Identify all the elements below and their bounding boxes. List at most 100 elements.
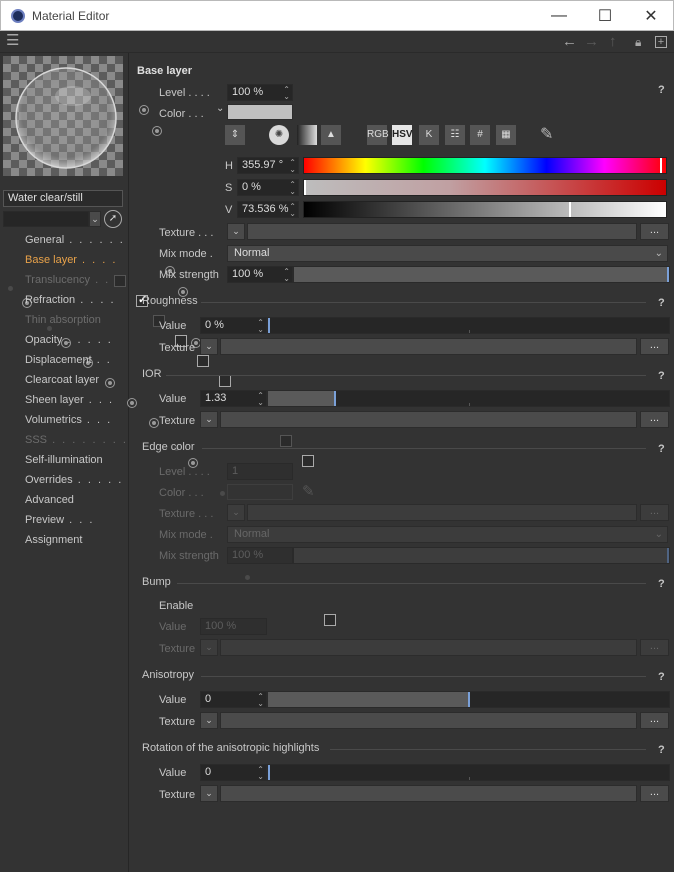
- texture-browse-button[interactable]: ...: [640, 411, 669, 428]
- sidebar-item-opacity[interactable]: Opacity . . . . .: [25, 334, 113, 346]
- sidebar-item-volumetrics[interactable]: Volumetrics . . .: [25, 414, 112, 426]
- help-icon[interactable]: ?: [658, 84, 665, 96]
- animate-color-icon[interactable]: [152, 126, 163, 136]
- anisotropy-input[interactable]: 0 ⌃ ⌄: [200, 691, 267, 708]
- animate-sheen-layer-icon[interactable]: [127, 398, 137, 408]
- ior-slider[interactable]: [267, 390, 670, 407]
- help-icon[interactable]: ?: [658, 578, 665, 590]
- kelvin-mode-button[interactable]: K: [419, 125, 439, 145]
- lock-icon[interactable]: 🔒︎: [635, 34, 641, 50]
- ior-input[interactable]: 1.33 ⌃ ⌄: [200, 390, 267, 407]
- roughness-input[interactable]: 0 % ⌃ ⌄: [200, 317, 267, 334]
- animate-level-icon[interactable]: [139, 105, 149, 115]
- saturation-slider[interactable]: [303, 179, 667, 196]
- color-expand-chevron-icon[interactable]: ⌄: [216, 103, 224, 114]
- v-input[interactable]: 73.536 % ⌃ ⌄: [237, 201, 299, 218]
- color-wheel-icon[interactable]: ✺: [269, 125, 289, 145]
- texture-slot[interactable]: [247, 223, 637, 240]
- sidebar-item-displacement[interactable]: Displacement . .: [25, 354, 112, 366]
- rgb-mode-button[interactable]: RGB: [367, 125, 389, 145]
- help-icon[interactable]: ?: [658, 671, 665, 683]
- forward-arrow-icon[interactable]: →: [584, 34, 599, 50]
- menu-icon[interactable]: ☰: [6, 33, 19, 49]
- sidebar-item-advanced[interactable]: Advanced: [25, 494, 74, 506]
- sidebar-item-thin-absorption[interactable]: Thin absorption: [25, 314, 101, 326]
- clearcoat-layer-checkbox[interactable]: [219, 375, 231, 387]
- material-preview[interactable]: [3, 56, 123, 176]
- close-button[interactable]: ✕: [628, 1, 674, 31]
- sidebar-item-preview[interactable]: Preview . . .: [25, 514, 94, 526]
- texture-browse-button[interactable]: ...: [640, 223, 669, 240]
- help-icon[interactable]: ?: [658, 370, 665, 382]
- sidebar-item-base-layer[interactable]: Base layer . . . .: [25, 254, 117, 266]
- slider-handle[interactable]: [468, 692, 470, 707]
- saturation-slider-handle[interactable]: [304, 180, 306, 195]
- material-selector-dropdown[interactable]: ⌄: [89, 211, 101, 227]
- anisotropy-slider[interactable]: [267, 691, 670, 708]
- texture-dropdown[interactable]: ⌄: [200, 338, 218, 355]
- texture-browse-button[interactable]: ...: [640, 338, 669, 355]
- color-swatch[interactable]: [227, 104, 293, 120]
- mix-mode-select[interactable]: Normal ⌄: [227, 245, 668, 262]
- material-name-field[interactable]: Water clear/still: [3, 190, 123, 207]
- h-input[interactable]: 355.97 ° ⌃ ⌄: [237, 157, 299, 174]
- hue-slider[interactable]: [303, 157, 667, 174]
- eyedropper-icon[interactable]: ✎: [540, 124, 553, 144]
- compact-view-icon[interactable]: ⇕: [225, 125, 245, 145]
- sidebar-item-clearcoat-layer[interactable]: Clearcoat layer: [25, 374, 99, 386]
- mixer-icon[interactable]: ☷: [445, 125, 465, 145]
- swatches-icon[interactable]: ▦: [496, 125, 516, 145]
- spectrum-icon[interactable]: [297, 125, 317, 145]
- sidebar-item-overrides[interactable]: Overrides . . . . .: [25, 474, 123, 486]
- hsv-mode-button[interactable]: HSV: [392, 125, 413, 145]
- help-icon[interactable]: ?: [658, 744, 665, 756]
- texture-dropdown[interactable]: ⌄: [227, 223, 245, 240]
- slider-handle[interactable]: [667, 267, 669, 282]
- texture-browse-button[interactable]: ...: [640, 785, 669, 802]
- pick-material-icon[interactable]: ➚: [104, 210, 122, 228]
- hue-slider-handle[interactable]: [660, 158, 662, 173]
- animate-clearcoat-layer-icon[interactable]: [105, 378, 115, 388]
- back-arrow-icon[interactable]: ←: [562, 34, 577, 50]
- texture-slot[interactable]: [220, 712, 637, 729]
- mix-strength-slider[interactable]: [293, 266, 670, 283]
- value-slider-handle[interactable]: [569, 202, 571, 217]
- texture-dropdown[interactable]: ⌄: [200, 785, 218, 802]
- maximize-button[interactable]: ☐: [582, 1, 628, 31]
- displacement-checkbox[interactable]: [197, 355, 209, 367]
- texture-dropdown[interactable]: ⌄: [200, 411, 218, 428]
- texture-browse-button[interactable]: ...: [640, 712, 669, 729]
- up-arrow-icon[interactable]: ↑: [609, 34, 617, 50]
- bump-enable-checkbox[interactable]: [323, 614, 336, 626]
- texture-slot[interactable]: [220, 338, 637, 355]
- rotation-slider[interactable]: [267, 764, 670, 781]
- self-illumination-checkbox[interactable]: [302, 455, 314, 467]
- material-selector-field[interactable]: [3, 211, 89, 227]
- sidebar-item-general[interactable]: General . . . . . .: [25, 234, 125, 246]
- sidebar-item-assignment[interactable]: Assignment: [25, 534, 82, 546]
- level-input[interactable]: 100 % ⌃ ⌄: [227, 84, 293, 101]
- value-slider[interactable]: [303, 201, 667, 218]
- sidebar-item-self-illumination[interactable]: Self-illumination: [25, 454, 103, 466]
- sidebar-item-sss[interactable]: SSS . . . . . . . .: [25, 434, 128, 446]
- sidebar-item-refraction[interactable]: Refraction . . . .: [25, 294, 116, 306]
- hex-icon[interactable]: #: [470, 125, 490, 145]
- help-icon[interactable]: ?: [658, 443, 665, 455]
- slider-handle[interactable]: [268, 765, 270, 780]
- roughness-slider[interactable]: [267, 317, 670, 334]
- animate-volumetrics-icon[interactable]: [149, 418, 159, 428]
- help-icon[interactable]: ?: [658, 297, 665, 309]
- texture-slot[interactable]: [220, 411, 637, 428]
- new-window-icon[interactable]: +: [655, 36, 667, 48]
- slider-handle[interactable]: [334, 391, 336, 406]
- rotation-input[interactable]: 0 ⌃ ⌄: [200, 764, 267, 781]
- slider-handle[interactable]: [268, 318, 270, 333]
- texture-slot[interactable]: [220, 785, 637, 802]
- s-input[interactable]: 0 % ⌃ ⌄: [237, 179, 299, 196]
- mix-strength-input[interactable]: 100 % ⌃ ⌄: [227, 266, 293, 283]
- texture-dropdown[interactable]: ⌄: [200, 712, 218, 729]
- sidebar-item-sheen-layer[interactable]: Sheen layer . . .: [25, 394, 114, 406]
- image-picker-icon[interactable]: ▲: [321, 125, 341, 145]
- minimize-button[interactable]: —: [536, 1, 582, 31]
- sidebar-item-translucency[interactable]: Translucency . .: [25, 274, 110, 286]
